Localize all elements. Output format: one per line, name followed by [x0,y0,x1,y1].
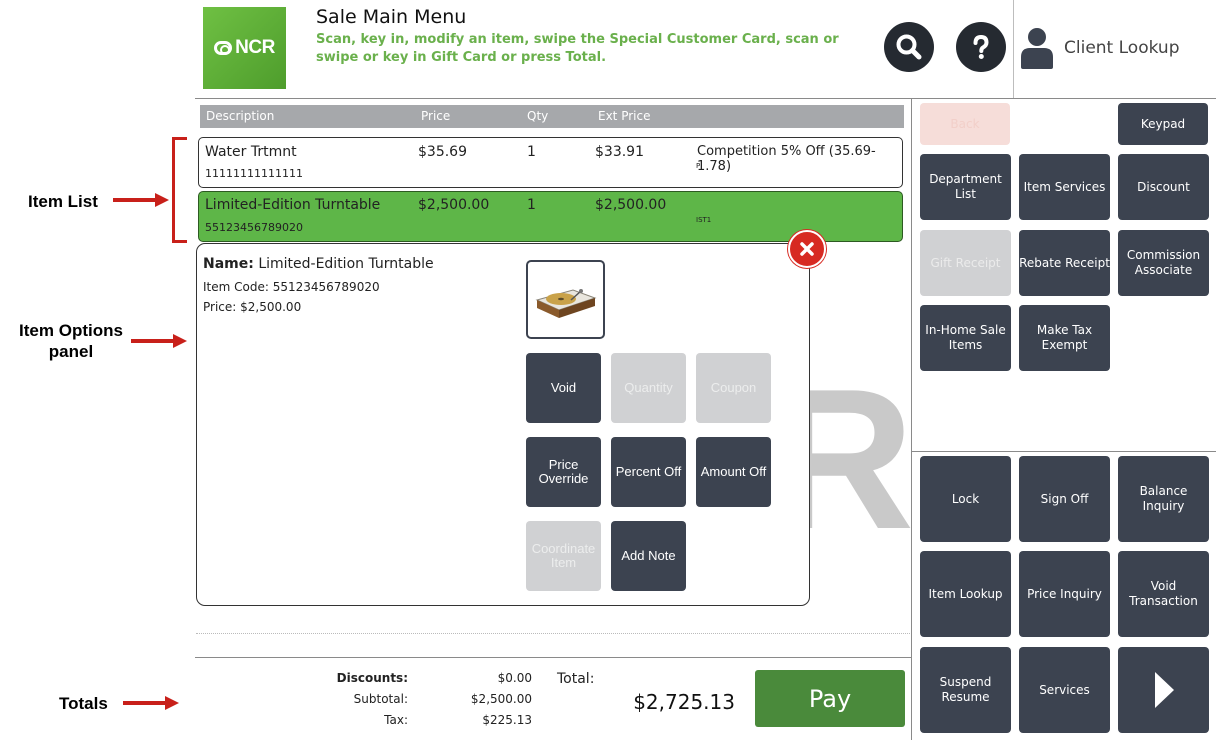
item-name: Name: Limited-Edition Turntable [203,256,434,272]
annotation-arrow-totals [123,696,179,710]
services-button[interactable]: Services [1019,647,1110,733]
item-code: Item Code: 55123456789020 [203,280,380,294]
back-button[interactable]: Back [920,103,1010,145]
discounts-label: Discounts: [336,671,408,685]
add-note-button[interactable]: Add Note [611,521,686,591]
annotation-arrow-item-options [131,334,187,348]
row-price: $2,500.00 [418,197,490,213]
row-description: Limited-Edition Turntable [205,197,381,213]
annotation-item-list: Item List [28,192,98,211]
department-list-button[interactable]: Department List [920,154,1011,220]
gift-receipt-button[interactable]: Gift Receipt [920,230,1011,296]
page-title: Sale Main Menu [316,6,467,28]
row-description: Water Trtmnt [205,144,297,160]
ncr-logo-mark [214,41,233,55]
item-lookup-button[interactable]: Item Lookup [920,551,1011,637]
row-qty: 1 [527,197,536,213]
item-services-button[interactable]: Item Services [1019,154,1110,220]
totals-top-line [195,657,911,658]
row-ext-price: $33.91 [595,144,644,160]
percent-off-button[interactable]: Percent Off [611,437,686,507]
item-price: Price: $2,500.00 [203,300,302,314]
item-list-bracket [172,137,187,243]
close-panel-button[interactable] [788,230,826,268]
user-icon [1021,28,1053,69]
discount-button[interactable]: Discount [1118,154,1209,220]
dotted-separator [196,633,910,634]
balance-inquiry-button[interactable]: Balance Inquiry [1118,456,1209,542]
help-icon [973,34,989,59]
next-page-button[interactable] [1118,647,1209,733]
row-ext-price: $2,500.00 [595,197,667,213]
quantity-button[interactable]: Quantity [611,353,686,423]
void-transaction-button[interactable]: Void Transaction [1118,551,1209,637]
row-discount-note: Competition 5% Off (35.69-1.78) [697,144,876,174]
in-home-sale-items-button[interactable]: In-Home Sale Items [920,305,1011,371]
table-row[interactable]: Water Trtmnt 11111111111111 $35.69 1 $33… [198,137,903,188]
right-panel-divider [911,98,912,740]
search-icon [896,34,922,60]
logo-text: NCR [235,37,275,58]
item-name-value: Limited-Edition Turntable [258,256,434,272]
void-item-button[interactable]: Void [526,353,601,423]
total-value: $2,725.13 [633,690,735,714]
tax-label: Tax: [384,713,408,727]
rebate-receipt-button[interactable]: Rebate Receipt [1019,230,1110,296]
pay-button[interactable]: Pay [755,670,905,727]
col-price: Price [421,109,451,123]
client-lookup-label: Client Lookup [1064,38,1180,58]
price-inquiry-button[interactable]: Price Inquiry [1019,551,1110,637]
item-thumbnail[interactable] [526,260,605,339]
sign-off-button[interactable]: Sign Off [1019,456,1110,542]
suspend-resume-button[interactable]: Suspend Resume [920,647,1011,733]
header-bottom-line [195,98,1216,99]
item-options-panel [196,243,810,606]
keypad-button[interactable]: Keypad [1118,103,1208,145]
col-qty: Qty [527,109,549,123]
subtotal-label: Subtotal: [353,692,408,706]
row-flag: IST1 [696,216,712,224]
row-qty: 1 [527,144,536,160]
chevron-right-icon [1154,672,1174,708]
col-description: Description [206,109,275,123]
amount-off-button[interactable]: Amount Off [696,437,771,507]
tax-value: $225.13 [482,713,532,727]
coupon-button[interactable]: Coupon [696,353,771,423]
right-panel-section-divider [911,451,1216,452]
annotation-totals: Totals [59,694,108,713]
row-item-code: 11111111111111 [205,167,303,180]
header-divider [1013,0,1014,98]
lock-button[interactable]: Lock [920,456,1011,542]
commission-associate-button[interactable]: Commission Associate [1118,230,1209,296]
row-item-code: 55123456789020 [205,221,303,234]
turntable-image [535,288,597,318]
instructions-text: Scan, key in, modify an item, swipe the … [316,32,839,65]
pos-sale-screen: NCR Sale Main Menu Scan, key in, modify … [0,0,1216,740]
total-label: Total: [557,671,595,687]
item-table-header: Description Price Qty Ext Price [200,105,904,128]
annotation-item-options: Item Options panel [19,321,123,361]
discounts-value: $0.00 [497,671,532,685]
coordinate-item-button[interactable]: Coordinate Item [526,521,601,591]
client-lookup-button[interactable]: Client Lookup [1020,26,1179,70]
ncr-logo: NCR [203,7,286,89]
row-price: $35.69 [418,144,467,160]
close-icon [800,242,814,256]
row-flag: P [696,162,701,170]
annotation-arrow-item-list [113,193,169,207]
item-name-label: Name: [203,256,254,272]
make-tax-exempt-button[interactable]: Make Tax Exempt [1019,305,1110,371]
price-override-button[interactable]: Price Override [526,437,601,507]
search-button[interactable] [884,22,934,72]
help-button[interactable] [956,22,1006,72]
col-ext-price: Ext Price [598,109,651,123]
subtotal-value: $2,500.00 [470,692,532,706]
